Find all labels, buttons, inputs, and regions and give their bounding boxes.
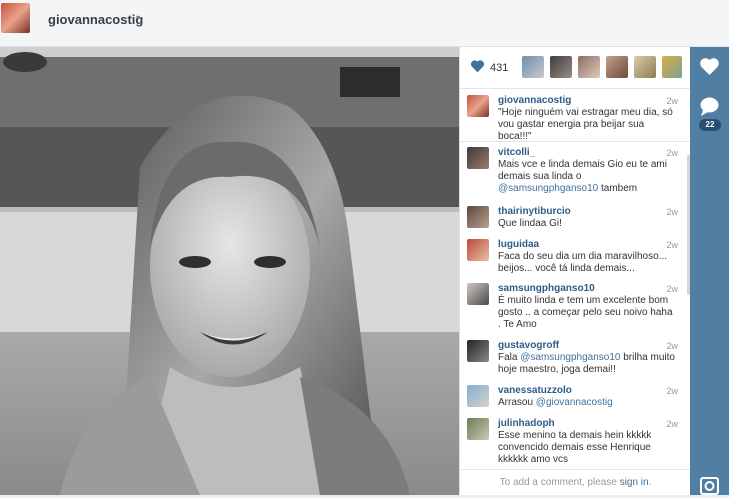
profile-username[interactable]: giovannacostig [48, 12, 143, 27]
speech-bubble-icon [700, 97, 719, 116]
liker-avatar[interactable] [578, 56, 600, 78]
comment-username[interactable]: julinhadoph [498, 418, 555, 429]
avatar[interactable] [467, 239, 489, 261]
post-side-panel: 431 giovannacostig 2w "Hoje ninguém vai … [459, 47, 691, 495]
avatar[interactable] [467, 147, 489, 169]
comment-text-part: É muito linda e tem um excelente bom gos… [498, 295, 673, 330]
comment-username[interactable]: luguidaa [498, 239, 539, 250]
avatar[interactable] [467, 418, 489, 440]
add-comment-text: To add a comment, please [499, 477, 620, 488]
comment-text-part: Faca do seu dia um dia maravilhoso... be… [498, 251, 667, 274]
mention-link[interactable]: @samsungphganso10 [498, 183, 598, 194]
camera-icon [700, 477, 719, 495]
chevron-down-icon[interactable]: ▾ [136, 13, 140, 22]
avatar[interactable] [467, 340, 489, 362]
comment-text: Arrasou @giovannacostig [498, 397, 678, 409]
liker-avatar[interactable] [550, 56, 572, 78]
comment-text-part: tambem [598, 183, 638, 194]
liker-avatar[interactable] [662, 56, 682, 78]
comments-list: giovannacostig 2w "Hoje ninguém vai estr… [460, 89, 691, 469]
photo-image [0, 47, 459, 495]
liker-avatar[interactable] [522, 56, 544, 78]
add-comment-suffix: . [648, 477, 652, 488]
caption-text: "Hoje ninguém vai estragar meu dia, só v… [498, 107, 673, 142]
post-photo[interactable] [0, 47, 459, 495]
comment-time: 2w [666, 386, 678, 396]
comment-text-part: Fala [498, 352, 521, 363]
comment-text-part: Arrasou [498, 397, 536, 408]
divider [460, 141, 691, 142]
comment-time: 2w [666, 240, 678, 250]
comment-username[interactable]: thairinytiburcio [498, 206, 571, 217]
mention-link[interactable]: @samsungphganso10 [520, 352, 620, 363]
comment-time: 2w [666, 96, 678, 106]
comment-text: É muito linda e tem um excelente bom gos… [498, 295, 678, 331]
heart-icon [700, 58, 719, 75]
mention-link[interactable]: @giovannacostig [536, 397, 613, 408]
avatar[interactable] [467, 283, 489, 305]
comment-button[interactable] [690, 95, 729, 117]
avatar[interactable] [467, 206, 489, 228]
add-comment-prompt: To add a comment, please sign in. [460, 469, 691, 495]
comment-username[interactable]: vanessatuzzolo [498, 385, 572, 396]
comment-text-part: Mais vce e linda demais Gio eu te ami de… [498, 159, 667, 182]
comment-username[interactable]: samsungphganso10 [498, 283, 595, 294]
comment-time: 2w [666, 207, 678, 217]
action-rail: 22 [690, 47, 729, 495]
like-button[interactable] [690, 55, 729, 77]
comment-text: Faca do seu dia um dia maravilhoso... be… [498, 251, 678, 275]
avatar[interactable] [467, 95, 489, 117]
comment-text: Mais vce e linda demais Gio eu te ami de… [498, 159, 678, 195]
avatar[interactable] [467, 385, 489, 407]
liker-avatar[interactable] [634, 56, 656, 78]
comment-text-part: Esse menino ta demais hein kkkkk convenc… [498, 430, 652, 465]
comment-count-badge: 22 [699, 119, 721, 131]
comment-username[interactable]: giovannacostig [498, 95, 571, 106]
comment-text: Esse menino ta demais hein kkkkk convenc… [498, 430, 678, 466]
comment-time: 2w [666, 419, 678, 429]
camera-button[interactable] [690, 475, 729, 495]
comment-time: 2w [666, 284, 678, 294]
comment-text-part: Que lindaa Gi! [498, 218, 562, 229]
top-bar: giovannacostig ▾ [0, 0, 729, 47]
comment-text: Fala @samsungphganso10 brilha muito hoje… [498, 352, 678, 376]
comment-username[interactable]: gustavogroff [498, 340, 559, 351]
comment-time: 2w [666, 341, 678, 351]
sign-in-link[interactable]: sign in [620, 477, 649, 488]
likes-count: 431 [490, 62, 509, 74]
comment-username[interactable]: vitcolli_ [498, 147, 535, 158]
liker-avatar[interactable] [606, 56, 628, 78]
comment-time: 2w [666, 148, 678, 158]
profile-avatar[interactable] [1, 3, 30, 33]
heart-icon[interactable] [470, 59, 485, 73]
comment-text: Que lindaa Gi! [498, 218, 678, 230]
likes-bar: 431 [460, 47, 691, 89]
